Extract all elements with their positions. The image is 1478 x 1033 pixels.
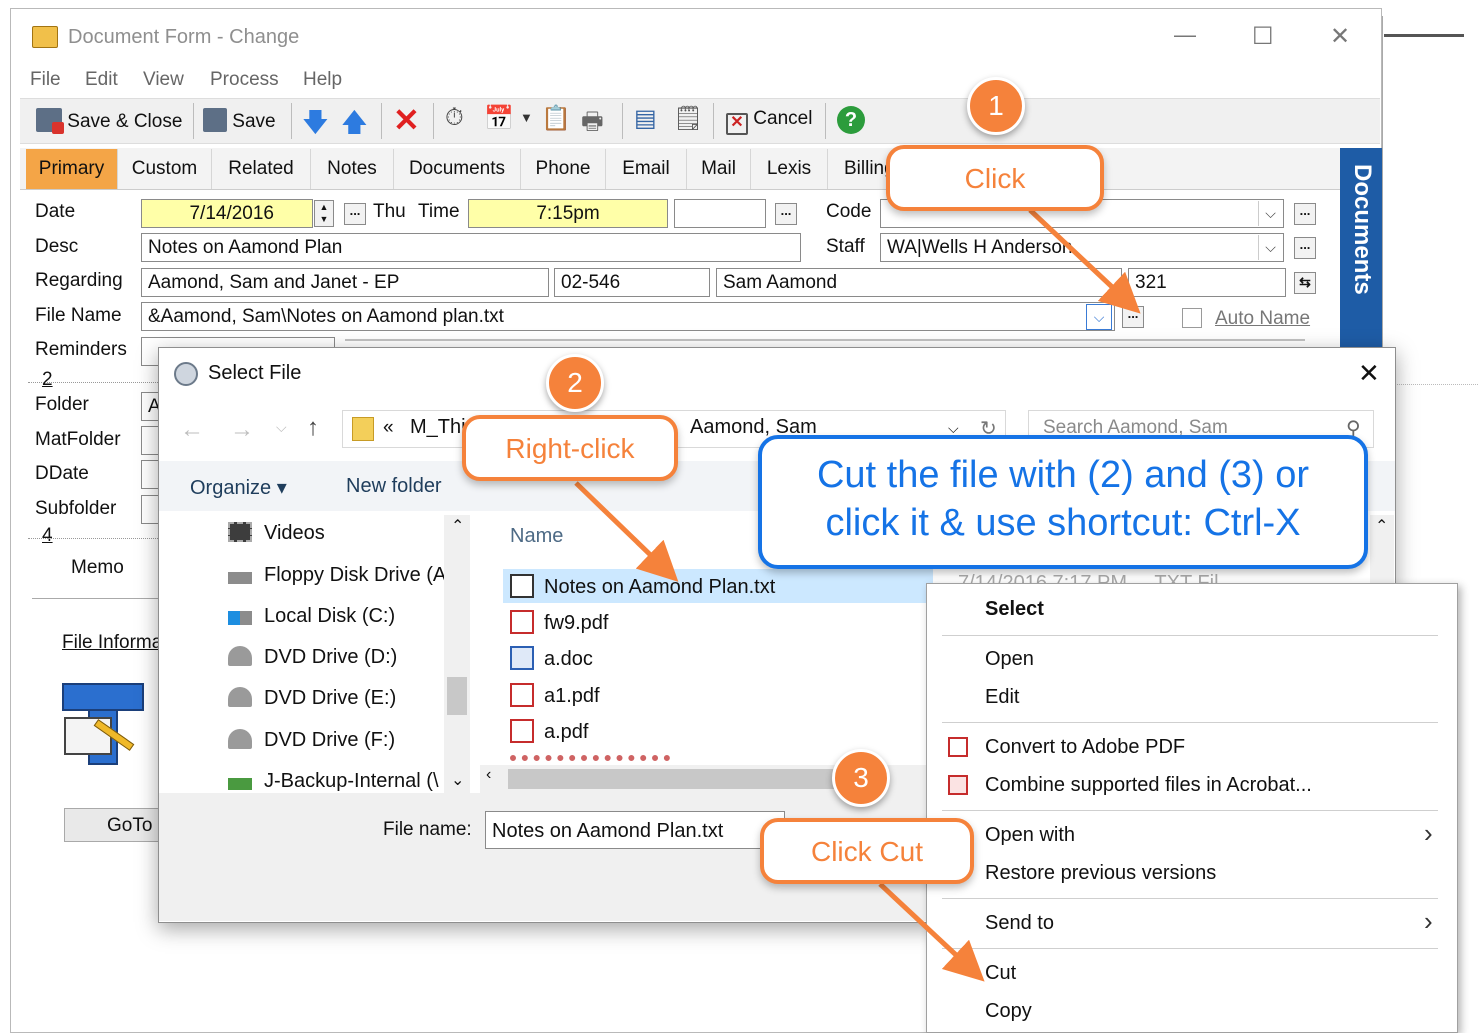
click-cut-callout-text: Click Cut [810, 836, 923, 867]
click-cut-callout: Click Cut [760, 818, 974, 884]
right-click-callout-text: Right-click [505, 433, 635, 464]
instruction-line-2: click it & use shortcut: Ctrl-X [825, 502, 1301, 544]
arrow-to-file [574, 481, 679, 582]
instruction-callout: Cut the file with (2) and (3) or click i… [758, 435, 1368, 569]
click-callout: Click [886, 145, 1104, 211]
right-click-callout: Right-click [462, 415, 678, 481]
arrow-to-browse-button [1028, 208, 1141, 314]
step-1-badge: 1 [967, 77, 1025, 135]
arrow-to-cut [878, 882, 985, 982]
step-3-badge: 3 [832, 749, 890, 807]
click-callout-text: Click [964, 163, 1026, 194]
step-2-badge: 2 [546, 354, 604, 412]
instruction-line-1: Cut the file with (2) and (3) or [816, 454, 1310, 496]
